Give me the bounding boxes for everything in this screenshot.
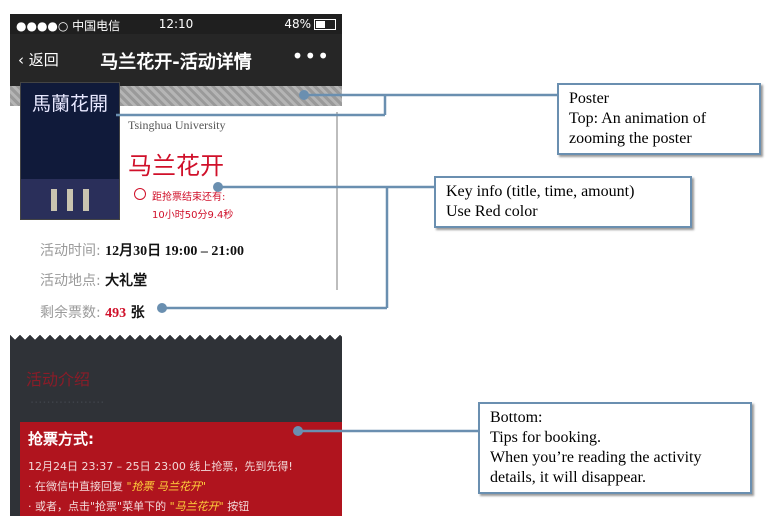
tickets-unit: 张 <box>130 306 145 321</box>
clock-icon <box>134 188 146 200</box>
more-menu-button[interactable]: ••• <box>292 44 330 68</box>
tickets-remaining: 493 <box>105 306 127 321</box>
poster-callout: Poster Top: An animation of zooming the … <box>557 83 761 155</box>
intro-heading: 活动介绍 <box>26 370 91 389</box>
battery-icon <box>314 19 336 30</box>
poster-figure <box>83 189 89 211</box>
university-name: Tsinghua University <box>128 118 226 132</box>
tickets-row: 剩余票数: 493 张 <box>40 302 145 322</box>
status-bar: ●●●●○ 中国电信 12:10 48% <box>10 14 342 34</box>
zigzag-edge <box>10 332 342 342</box>
keyinfo-callout: Key info (title, time, amount) Use Red c… <box>434 176 692 228</box>
event-place-row: 活动地点: 大礼堂 <box>40 270 147 290</box>
booking-line-1: 12月24日 23:37 – 25日 23:00 线上抢票，先到先得! <box>28 460 293 473</box>
time-label: 活动时间: <box>40 243 101 259</box>
nav-bar: ‹ 返回 马兰花开-活动详情 ••• <box>10 34 342 86</box>
poster-title: 馬蘭花開 <box>31 93 108 115</box>
event-title: 马兰花开 <box>128 152 224 180</box>
intro-faded-text: ·················· <box>30 396 105 411</box>
booking-line-3: · 或者，点击"抢票"菜单下的 "马兰花开" 按钮 <box>28 500 250 513</box>
info-divider <box>336 112 338 290</box>
time-value: 12月30日 19:00 – 21:00 <box>105 244 244 259</box>
poster-figure <box>67 189 73 211</box>
phone-screen: ●●●●○ 中国电信 12:10 48% ‹ 返回 马兰花开-活动详情 ••• … <box>10 14 342 516</box>
countdown-value: 10小时50分9.4秒 <box>152 210 234 221</box>
bottom-callout: Bottom: Tips for booking. When you’re re… <box>478 402 752 494</box>
battery-status: 48% <box>284 17 336 31</box>
event-poster[interactable]: 馬蘭花開 <box>20 82 120 220</box>
booking-line-2: · 在微信中直接回复 "抢票 马兰花开" <box>28 480 207 493</box>
booking-tips: 抢票方式: 12月24日 23:37 – 25日 23:00 线上抢票，先到先得… <box>20 422 342 516</box>
countdown-label: 距抢票结束还有: <box>152 192 226 203</box>
event-time-row: 活动时间: 12月30日 19:00 – 21:00 <box>40 240 244 260</box>
tickets-label: 剩余票数: <box>40 305 101 321</box>
booking-heading: 抢票方式: <box>28 430 94 448</box>
place-label: 活动地点: <box>40 273 101 289</box>
poster-stage <box>21 179 119 219</box>
place-value: 大礼堂 <box>105 274 148 289</box>
poster-figure <box>51 189 57 211</box>
